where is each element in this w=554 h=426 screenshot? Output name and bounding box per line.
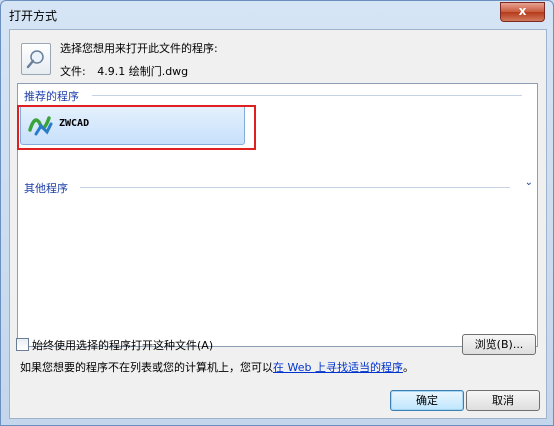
file-search-icon xyxy=(21,43,51,75)
always-use-option[interactable]: 始终使用选择的程序打开这种文件(A) xyxy=(16,337,213,353)
selection-highlight-box xyxy=(17,105,256,150)
open-with-dialog: 打开方式 x 选择您想用来打开此文件的程序: 文件: 4.9.1 绘制门.dwg… xyxy=(0,0,554,426)
cancel-button[interactable]: 取消 xyxy=(466,390,540,411)
group-other-label: 其他程序 xyxy=(24,182,68,195)
ok-button[interactable]: 确定 xyxy=(390,390,464,411)
group-divider xyxy=(80,187,510,188)
hint-text: 如果您想要的程序不在列表或您的计算机上，您可以 xyxy=(20,361,273,374)
web-search-hint: 如果您想要的程序不在列表或您的计算机上，您可以在 Web 上寻找适当的程序。 xyxy=(20,359,414,375)
title-bar: 打开方式 x xyxy=(1,1,553,29)
close-button[interactable]: x xyxy=(500,2,545,22)
hint-suffix: 。 xyxy=(402,361,414,374)
file-label: 文件: xyxy=(60,65,86,78)
browse-button[interactable]: 浏览(B)... xyxy=(462,334,536,355)
file-info: 文件: 4.9.1 绘制门.dwg xyxy=(60,63,188,79)
find-on-web-link[interactable]: 在 Web 上寻找适当的程序 xyxy=(273,361,403,374)
always-use-label: 始终使用选择的程序打开这种文件(A) xyxy=(32,339,214,352)
dialog-body: 选择您想用来打开此文件的程序: 文件: 4.9.1 绘制门.dwg 推荐的程序 … xyxy=(9,29,547,419)
group-divider xyxy=(92,95,522,96)
window-title: 打开方式 xyxy=(9,9,58,23)
chevron-down-icon[interactable]: ⌄ xyxy=(525,177,533,188)
prompt-text: 选择您想用来打开此文件的程序: xyxy=(60,42,218,55)
file-name: 4.9.1 绘制门.dwg xyxy=(97,65,189,78)
always-use-checkbox[interactable] xyxy=(16,338,29,351)
group-recommended-label: 推荐的程序 xyxy=(24,90,79,103)
